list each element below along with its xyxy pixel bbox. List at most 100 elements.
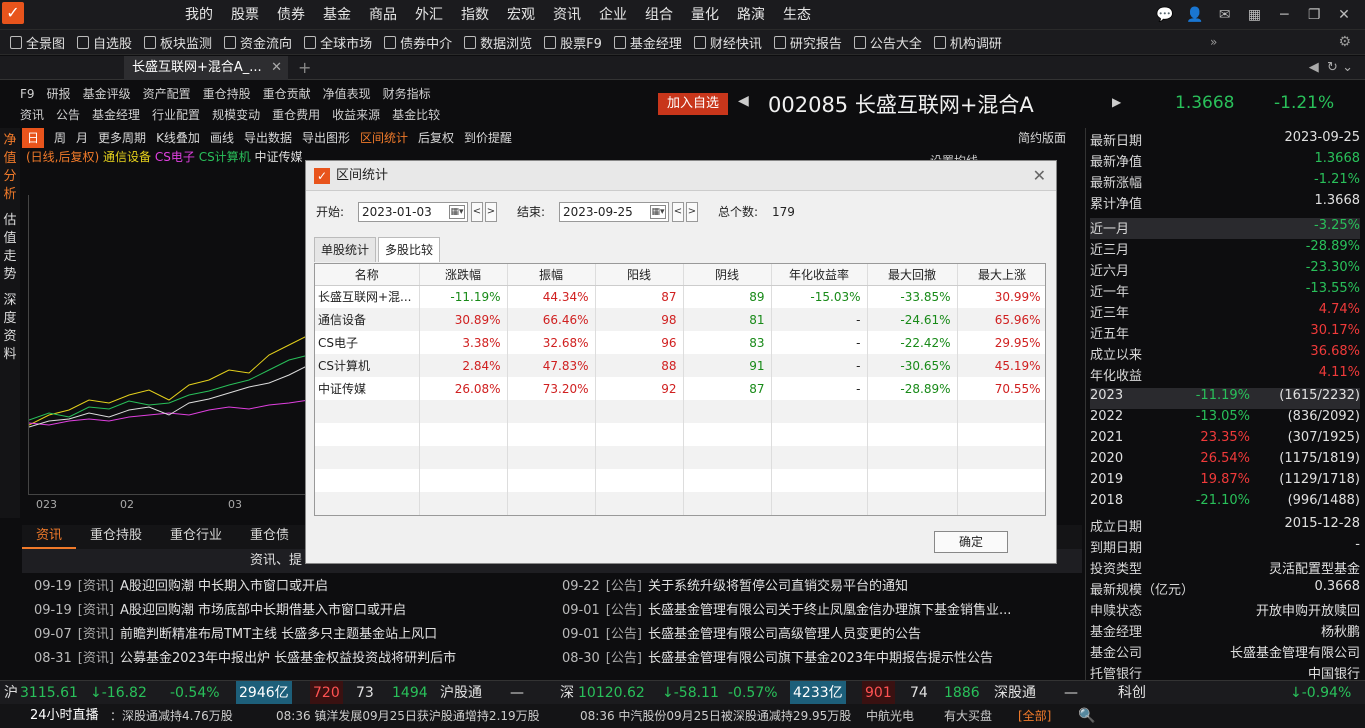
- table-row[interactable]: 中证传媒 26.08% 73.20% 92 87- -28.89% 70.55%: [315, 377, 1045, 400]
- news-tab[interactable]: 重仓债: [236, 525, 303, 547]
- menu-item[interactable]: 基金: [314, 0, 360, 30]
- news-tab[interactable]: 资讯: [22, 525, 77, 549]
- column-header[interactable]: 名称: [315, 264, 420, 286]
- menu-item[interactable]: 资讯: [544, 0, 590, 30]
- ticker-item[interactable]: 中航光电: [866, 704, 914, 728]
- f9-link[interactable]: 行业配置: [152, 108, 200, 122]
- news-item[interactable]: 08-30 [公告] 长盛基金管理有限公司旗下基金2023年中期报告提示性公告: [562, 648, 1062, 670]
- calendar-icon[interactable]: ▦▾: [650, 205, 666, 219]
- message-icon[interactable]: 💬: [1152, 0, 1178, 30]
- tab-single-stats[interactable]: 单股统计: [314, 237, 377, 262]
- new-tab-button[interactable]: +: [298, 56, 311, 80]
- settings-icon[interactable]: ⚙: [1338, 30, 1351, 55]
- ticker-item[interactable]: 08:36 中汽股份09月25日被深股通减持29.95万股: [580, 704, 851, 728]
- menu-item[interactable]: 企业: [590, 0, 636, 30]
- toolbar-item[interactable]: 债券中介: [378, 30, 458, 55]
- column-header[interactable]: 振幅: [507, 264, 596, 286]
- sh-connect-link[interactable]: 沪股通: [440, 681, 482, 705]
- menu-item[interactable]: 我的: [176, 0, 222, 30]
- chart-area[interactable]: [28, 195, 310, 495]
- tab-fund[interactable]: 长盛互联网+混合A_... ✕: [124, 56, 288, 80]
- f9-link[interactable]: 重仓费用: [272, 108, 320, 122]
- ticker-item[interactable]: 08:36 镇洋发展09月25日获沪股通增持2.19万股: [276, 704, 540, 728]
- column-header[interactable]: 年化收益率: [771, 264, 868, 286]
- prev-fund-icon[interactable]: ◀: [738, 93, 749, 109]
- user-icon[interactable]: 👤: [1182, 0, 1208, 30]
- table-row[interactable]: CS电子 3.38% 32.68% 96 83- -22.42% 29.95%: [315, 331, 1045, 354]
- simple-layout-link[interactable]: 简约版面: [1018, 128, 1066, 148]
- f9-link[interactable]: 公告: [56, 108, 80, 122]
- add-watchlist-button[interactable]: 加入自选: [658, 93, 728, 115]
- toolbar-item[interactable]: 板块监测: [138, 30, 218, 55]
- mail-icon[interactable]: ✉: [1212, 0, 1238, 30]
- grid-icon[interactable]: ▦: [1242, 0, 1268, 30]
- news-item[interactable]: 08-31 [资讯] 公募基金2023年中报出炉 长盛基金权益投资战将研判后市: [34, 648, 534, 670]
- end-date-picker[interactable]: 2023-09-25 ▦▾: [559, 202, 669, 222]
- period-day-button[interactable]: 日: [22, 128, 45, 148]
- dropdown-icon[interactable]: ⌄: [1342, 60, 1353, 75]
- column-header[interactable]: 最大回撤: [867, 264, 958, 286]
- f9-link[interactable]: 重仓贡献: [263, 87, 311, 101]
- chart-tool[interactable]: 月: [76, 128, 88, 148]
- menu-item[interactable]: 组合: [636, 0, 682, 30]
- news-item[interactable]: 09-22 [公告] 关于系统升级将暂停公司直销交易平台的通知: [562, 576, 1062, 598]
- column-header[interactable]: 涨跌幅: [419, 264, 508, 286]
- menu-item[interactable]: 商品: [360, 0, 406, 30]
- end-prev-button[interactable]: <: [672, 202, 684, 222]
- news-item[interactable]: 09-01 [公告] 长盛基金管理有限公司关于终止凤凰金信办理旗下基金销售业...: [562, 600, 1062, 622]
- chart-tool[interactable]: 到价提醒: [464, 128, 512, 148]
- chart-tool[interactable]: 导出数据: [244, 128, 292, 148]
- menu-item[interactable]: 路演: [728, 0, 774, 30]
- menu-item[interactable]: 宏观: [498, 0, 544, 30]
- toolbar-item[interactable]: 机构调研: [928, 30, 1008, 55]
- refresh-icon[interactable]: ↻: [1327, 60, 1338, 75]
- table-row[interactable]: 通信设备 30.89% 66.46% 98 81- -24.61% 65.96%: [315, 308, 1045, 331]
- start-next-button[interactable]: >: [485, 202, 497, 222]
- toolbar-item[interactable]: 财经快讯: [688, 30, 768, 55]
- f9-link[interactable]: 资产配置: [143, 87, 191, 101]
- dialog-close-icon[interactable]: ✕: [1033, 161, 1046, 191]
- f9-link[interactable]: 研报: [47, 87, 71, 101]
- news-tab[interactable]: 重仓持股: [76, 525, 156, 547]
- sz-connect-link[interactable]: 深股通: [994, 681, 1036, 705]
- toolbar-item[interactable]: 全景图: [4, 30, 71, 55]
- left-tab[interactable]: 估值走势: [3, 208, 17, 288]
- chart-tool[interactable]: 更多周期: [98, 128, 146, 148]
- menu-item[interactable]: 债券: [268, 0, 314, 30]
- f9-link[interactable]: 基金评级: [83, 87, 131, 101]
- calendar-icon[interactable]: ▦▾: [449, 205, 465, 219]
- news-item[interactable]: 09-07 [资讯] 前瞻判断精准布局TMT主线 长盛多只主题基金站上风口: [34, 624, 534, 646]
- ok-button[interactable]: 确定: [934, 531, 1008, 553]
- f9-link[interactable]: 规模变动: [212, 108, 260, 122]
- start-date-picker[interactable]: 2023-01-03 ▦▾: [358, 202, 468, 222]
- toolbar-item[interactable]: 公告大全: [848, 30, 928, 55]
- menu-item[interactable]: 股票: [222, 0, 268, 30]
- next-fund-icon[interactable]: ▶: [1112, 95, 1121, 109]
- f9-link[interactable]: 基金比较: [392, 108, 440, 122]
- f9-link[interactable]: 财务指标: [383, 87, 431, 101]
- table-row[interactable]: 长盛互联网+混... -11.19% 44.34% 87 89 -15.03% -33.85…: [315, 285, 1045, 308]
- end-next-button[interactable]: >: [686, 202, 698, 222]
- toolbar-more-icon[interactable]: »: [1210, 30, 1217, 55]
- chart-tool[interactable]: 后复权: [418, 128, 454, 148]
- menu-item[interactable]: 生态: [774, 0, 820, 30]
- column-header[interactable]: 阴线: [683, 264, 772, 286]
- maximize-icon[interactable]: ❐: [1301, 0, 1327, 30]
- chart-tool[interactable]: K线叠加: [156, 128, 200, 148]
- news-item[interactable]: 09-01 [公告] 长盛基金管理有限公司高级管理人员变更的公告: [562, 624, 1062, 646]
- interval-stats-button[interactable]: 区间统计: [360, 128, 408, 148]
- sh-index[interactable]: 3115.61: [20, 681, 78, 705]
- f9-link[interactable]: 基金经理: [92, 108, 140, 122]
- toolbar-item[interactable]: 全球市场: [298, 30, 378, 55]
- ticker-item[interactable]: ：深股通减持4.76万股: [110, 704, 233, 728]
- search-icon[interactable]: 🔍: [1078, 704, 1095, 728]
- toolbar-item[interactable]: 数据浏览: [458, 30, 538, 55]
- tab-multi-compare[interactable]: 多股比较: [378, 237, 441, 262]
- tab-close-icon[interactable]: ✕: [271, 56, 282, 80]
- back-icon[interactable]: ◀: [1309, 60, 1319, 75]
- ticker-item[interactable]: 有大买盘: [944, 704, 992, 728]
- menu-item[interactable]: 量化: [682, 0, 728, 30]
- table-row[interactable]: CS计算机 2.84% 47.83% 88 91- -30.65% 45.19%: [315, 354, 1045, 377]
- chart-tool[interactable]: 画线: [210, 128, 234, 148]
- chart-tool[interactable]: 周: [54, 128, 66, 148]
